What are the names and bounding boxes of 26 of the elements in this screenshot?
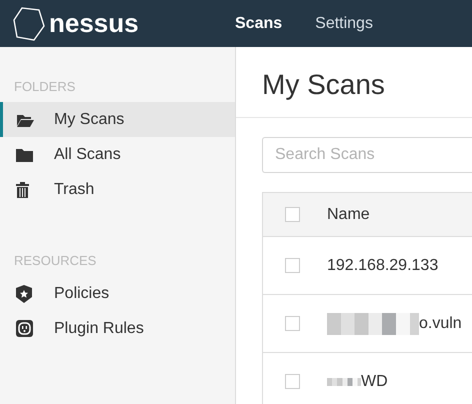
- shield-star-icon: [16, 284, 32, 302]
- folder-icon: [16, 148, 33, 162]
- checkbox[interactable]: [285, 374, 300, 389]
- open-folder-icon: [16, 112, 34, 126]
- column-header: Name: [327, 206, 370, 224]
- sidebar-item[interactable]: My Scans: [0, 102, 235, 137]
- nav-tab[interactable]: Scans: [235, 14, 282, 32]
- sidebar-item[interactable]: All Scans: [0, 137, 235, 172]
- checkbox[interactable]: [285, 207, 300, 222]
- outlet-icon: [16, 320, 33, 337]
- sidebar-item[interactable]: Policies: [0, 276, 235, 311]
- sidebar-item[interactable]: Plugin Rules: [0, 311, 235, 346]
- checkbox[interactable]: [285, 316, 300, 331]
- search-field[interactable]: Search Scans: [262, 137, 472, 173]
- scan-name[interactable]: o.vuln: [419, 314, 462, 332]
- nav-tab[interactable]: Settings: [315, 14, 373, 32]
- section-heading: RESOURCES: [13, 252, 98, 270]
- trash-icon: [16, 182, 29, 198]
- page-title: My Scans: [236, 47, 472, 118]
- scan-name[interactable]: 192.168.29.133: [327, 256, 438, 274]
- scan-name[interactable]: WD: [361, 372, 388, 390]
- logo-text: nessus: [49, 8, 139, 39]
- section-heading: FOLDERS: [13, 78, 76, 96]
- hexagon-logo-icon: [13, 6, 45, 40]
- checkbox[interactable]: [285, 258, 300, 273]
- sidebar-item[interactable]: Trash: [0, 172, 235, 207]
